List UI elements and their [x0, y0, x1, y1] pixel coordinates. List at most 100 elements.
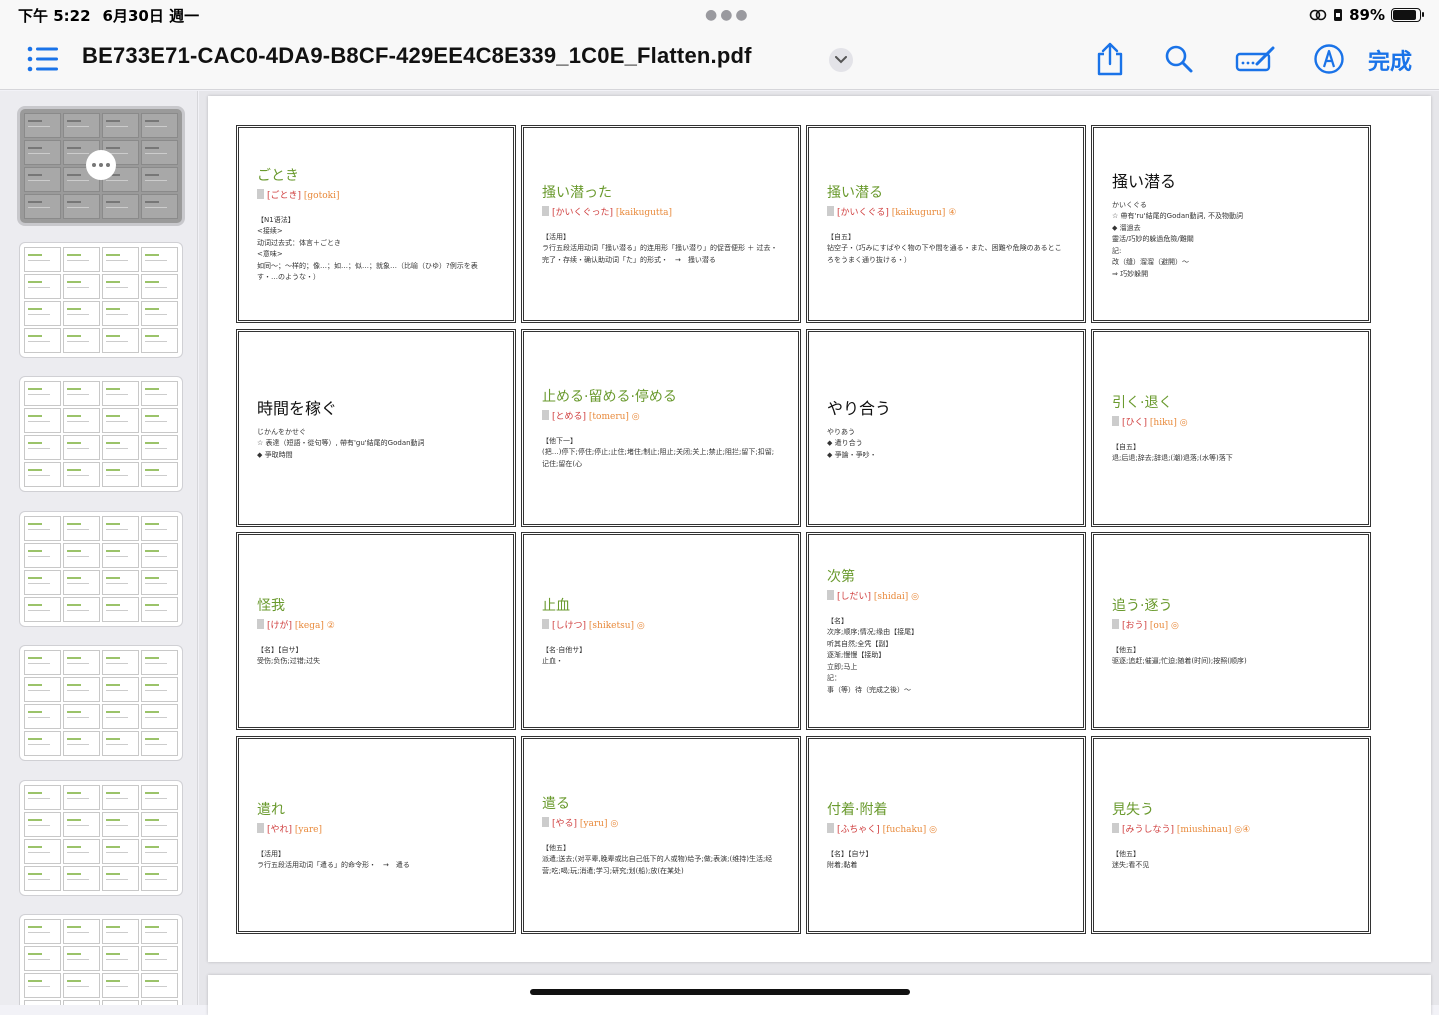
card-kana: [かいくぐる] [837, 207, 889, 218]
thumbnail-card [24, 677, 61, 702]
thumbnail-card [141, 866, 178, 891]
title-menu-button[interactable] [829, 48, 853, 72]
card-reading: [けが] [kega] ② [257, 618, 495, 631]
audio-icon [827, 589, 834, 600]
card-reading: [ひく] [hiku] ◎ [1112, 415, 1350, 428]
card-romaji: [ou] ◎ [1149, 620, 1179, 631]
flashcard: 付着·附着 [ふちゃく] [fuchaku] ◎ 【名】【自サ】 附着;黏着 [806, 736, 1086, 934]
thumbnail-card [63, 812, 100, 837]
status-date: 6月30日 週一 [102, 6, 200, 25]
card-kana: [ごとき] [267, 190, 302, 201]
page-thumbnail[interactable] [20, 109, 182, 223]
card-definition: じかんをかせぐ ☆ 表達（短語・從句等）, 帶有'gu'結尾的Godan動詞 ◆… [257, 427, 425, 459]
card-reading: [かいくぐる] [kaikuguru] ④ [827, 205, 1065, 218]
page-thumbnail[interactable] [20, 512, 182, 626]
card-kana: [みうしなう] [1122, 824, 1175, 835]
thumbnail-card [141, 247, 178, 272]
card-kana: [やれ] [267, 824, 293, 835]
done-button[interactable]: 完成 [1368, 44, 1412, 76]
card-word: 引く·退く [1112, 394, 1173, 411]
flashcard: 次第 [しだい] [shidai] ◎ 【名】 次序;顺序;情况;缘由【接尾】 听其… [806, 532, 1086, 730]
lock-rotation-icon [1334, 9, 1343, 21]
audio-icon [1112, 618, 1119, 629]
thumbnail-card [141, 704, 178, 729]
thumbnail-card [63, 462, 100, 487]
thumbnail-card [63, 704, 100, 729]
thumbnail-card [102, 973, 139, 998]
thumbnail-card [24, 516, 61, 541]
thumbnail-card [102, 1000, 139, 1005]
share-button[interactable] [1093, 42, 1127, 76]
thumbnail-card [63, 381, 100, 406]
card-romaji: [yare] [294, 824, 323, 835]
document-title[interactable]: BE733E71-CAC0-4DA9-B8CF-429EE4C8E339_1C0… [82, 43, 752, 69]
thumbnail-card [63, 435, 100, 460]
thumbnail-card [141, 543, 178, 568]
annotate-button[interactable] [1312, 42, 1346, 76]
thumbnail-card [24, 274, 61, 299]
flashcard: 怪我 [けが] [kega] ② 【名】【自サ】 受伤;负伤;过错;过失 [236, 532, 516, 730]
multitasking-dots-icon[interactable]: ●●● [705, 7, 751, 23]
thumbnail-card [24, 731, 61, 756]
pdf-page: ごとき [ごとき] [gotoki] 【N1语法】 <接续> 动词过去式：体言＋ごと… [208, 96, 1431, 962]
thumbnail-list-button[interactable] [26, 44, 60, 74]
card-word: 掻い潜った [542, 184, 612, 201]
markup-button[interactable] [1234, 42, 1278, 76]
status-time: 下午 5:22 [18, 6, 91, 25]
markup-pen-icon [1235, 46, 1275, 72]
card-word: 遣る [542, 795, 570, 812]
thumbnail-card [63, 247, 100, 272]
thumbnail-card [63, 328, 100, 353]
thumbnail-card [141, 919, 178, 944]
flashcard: 掻い潜る かいくぐる ☆ 帶有'ru'結尾的Godan動詞, 不及物動詞 ◆ 溜過… [1091, 125, 1371, 323]
thumbnail-card [141, 973, 178, 998]
page-thumbnail[interactable] [20, 377, 182, 491]
page-thumbnail[interactable] [20, 915, 182, 1005]
card-kana: [かいくぐった] [552, 207, 614, 218]
thumbnail-card [24, 381, 61, 406]
document-view[interactable]: ごとき [ごとき] [gotoki] 【N1语法】 <接续> 动词过去式：体言＋ごと… [199, 91, 1439, 1015]
thumbnail-card [141, 650, 178, 675]
card-reading: [とめる] [tomeru] ◎ [542, 409, 780, 422]
thumbnail-card [141, 301, 178, 326]
card-definition: 【他五】 迷失;看不见 [1112, 849, 1150, 870]
thumbnail-card [102, 194, 139, 219]
thumbnail-card [141, 677, 178, 702]
card-word: 時間を稼ぐ [257, 398, 338, 418]
thumbnail-card [63, 946, 100, 971]
thumbnail-card [63, 597, 100, 622]
flashcard: 追う·逐う [おう] [ou] ◎ 【他五】 驱逐;追赶;催逼;忙迫;随着(时间);… [1091, 532, 1371, 730]
thumbnail-card [141, 570, 178, 595]
card-reading: [やる] [yaru] ◎ [542, 816, 780, 829]
thumbnail-card [102, 650, 139, 675]
search-button[interactable] [1162, 42, 1196, 76]
page-thumbnail[interactable] [20, 243, 182, 357]
flashcard: 止める·留める·停める [とめる] [tomeru] ◎ 【他下一】 (把…)停下;… [521, 329, 801, 527]
card-word: 遣れ [257, 801, 285, 818]
home-indicator[interactable] [530, 989, 910, 995]
thumbnail-card [102, 812, 139, 837]
thumbnail-card [24, 650, 61, 675]
thumbnail-sidebar[interactable] [0, 91, 198, 1005]
card-definition: かいくぐる ☆ 帶有'ru'結尾的Godan動詞, 不及物動詞 ◆ 溜過去 靈活… [1112, 200, 1243, 278]
thumbnail-card [63, 543, 100, 568]
thumbnail-card [141, 516, 178, 541]
thumbnail-card [24, 1000, 61, 1005]
thumbnail-card [102, 946, 139, 971]
list-icon [27, 46, 58, 72]
page-thumbnail[interactable] [20, 646, 182, 760]
battery-icon [1391, 8, 1424, 22]
card-romaji: [kega] ② [294, 620, 335, 631]
thumbnail-card [63, 113, 100, 138]
thumbnail-card [141, 167, 178, 192]
thumbnail-card [102, 328, 139, 353]
thumbnail-card [24, 462, 61, 487]
thumbnail-card [141, 597, 178, 622]
pdf-page-next [208, 975, 1431, 1015]
card-reading: [しだい] [shidai] ◎ [827, 589, 1065, 602]
page-thumbnail[interactable] [20, 781, 182, 895]
more-options-icon[interactable] [86, 150, 116, 180]
thumbnail-card [141, 194, 178, 219]
card-word: ごとき [257, 167, 299, 184]
card-definition: 【名】【自サ】 受伤;负伤;过错;过失 [257, 645, 321, 666]
